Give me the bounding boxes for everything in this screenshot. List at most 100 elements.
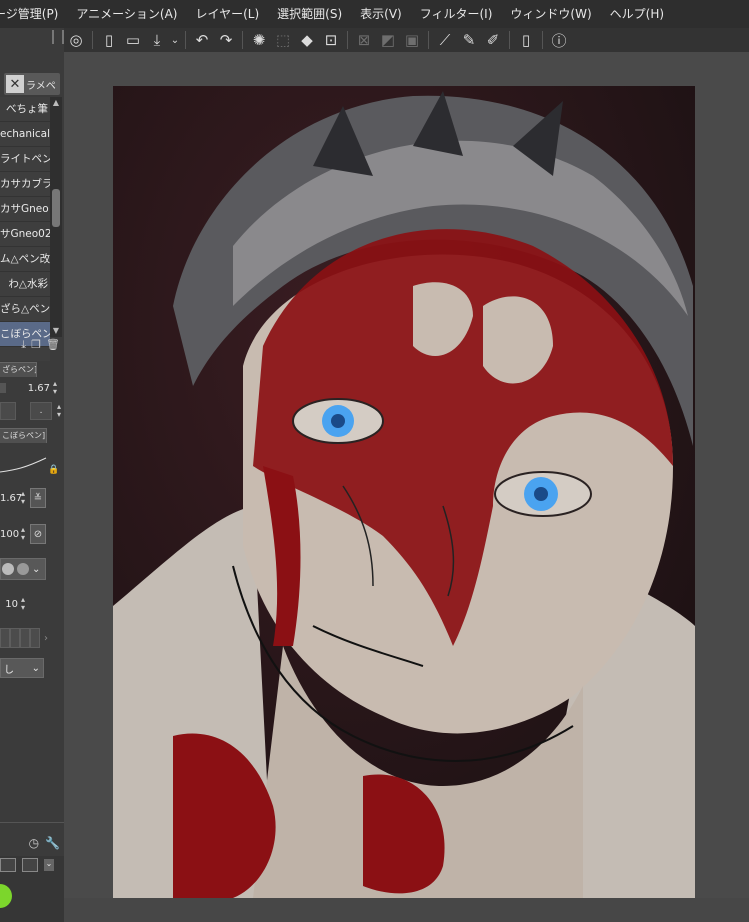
loading-icon[interactable]: ✺ (248, 30, 270, 50)
brush-item[interactable]: サGneo02 (0, 222, 50, 247)
texture-row: › (0, 628, 64, 648)
chevron-right-icon[interactable]: › (44, 633, 48, 644)
toolbar-divider (347, 31, 348, 49)
chevron-down-icon: ⌄ (31, 662, 40, 674)
duplicate-icon[interactable]: ❐ (31, 338, 41, 356)
fill-icon[interactable]: ◆ (296, 30, 318, 50)
menu-item[interactable]: 表示(V) (351, 0, 411, 28)
brush-size-tab[interactable]: こぼらペン] (0, 428, 47, 443)
size-value[interactable]: 1.67 (6, 383, 50, 394)
brush-list: べちょ筆 echanical ライトペン カサカブラ カサGneo サGneo0… (0, 97, 50, 361)
brush-size-spinner-icon[interactable]: ▴ ▾ (18, 490, 28, 506)
tool-property-tab[interactable]: ざらペン] (0, 362, 37, 377)
lock-icon[interactable]: 🔒 (48, 465, 59, 475)
brush-icon[interactable]: ✐ (482, 30, 504, 50)
brush-item[interactable]: ざら△ペン (0, 297, 50, 322)
menu-item[interactable]: ウィンドウ(W) (501, 0, 600, 28)
menu-bar: ージ管理(P) アニメーション(A) レイヤー(L) 選択範囲(S) 表示(V) フィルタ… (0, 0, 749, 28)
brush-item[interactable]: べちょ筆 (0, 97, 50, 122)
brush-item[interactable]: わ△水彩 (0, 272, 50, 297)
ruler-icon[interactable]: ⟋ (434, 30, 456, 50)
undo-icon[interactable]: ↶ (191, 30, 213, 50)
brush-item[interactable]: ム△ペン改 (0, 247, 50, 272)
opacity-spinner-icon[interactable]: ▴ ▾ (18, 526, 28, 542)
chevron-down-icon: ⌄ (32, 563, 41, 575)
toolbar-divider (542, 31, 543, 49)
texture-slot[interactable] (0, 628, 10, 648)
brush-tip-dropdown[interactable]: ⌄ (0, 558, 46, 580)
subtool-group-tab[interactable]: ✕ ラメペ (4, 73, 60, 95)
size-dropdown-row: . ▴ ▾ (0, 402, 64, 420)
opacity-toggle-icon[interactable]: ⊘ (30, 524, 46, 544)
texture-slot[interactable] (20, 628, 30, 648)
opacity-row: 100 ▴ ▾ ⊘ (0, 524, 64, 544)
menu-item[interactable]: ージ管理(P) (0, 0, 67, 28)
brush-item[interactable]: カサカブラ (0, 172, 50, 197)
brush-item[interactable]: ライトペン (0, 147, 50, 172)
transform-icon[interactable]: ⊡ (320, 30, 342, 50)
clear-outside-icon[interactable]: ⊠ (353, 30, 375, 50)
brush-item[interactable]: カサGneo (0, 197, 50, 222)
redo-icon[interactable]: ↷ (215, 30, 237, 50)
dot-field[interactable]: . (30, 402, 52, 420)
pen-icon[interactable]: ✎ (458, 30, 480, 50)
value-10-spinner-icon[interactable]: ▴ ▾ (18, 596, 28, 612)
tip-shape-row: ⌄ (0, 558, 64, 580)
toolbar-divider (242, 31, 243, 49)
import-icon[interactable]: ⤓ (21, 338, 26, 356)
texture-slot[interactable] (10, 628, 20, 648)
size-spinner-icon[interactable]: ▴ ▾ (50, 380, 60, 396)
dock-icons: ⌄ (0, 858, 64, 872)
scroll-thumb[interactable] (52, 189, 60, 227)
menu-item[interactable]: アニメーション(A) (67, 0, 186, 28)
command-bar: ◎ ▯ ▭ ⤓ ⌄ ↶ ↷ ✺ ⬚ ◆ ⊡ ⊠ ◩ ▣ ⟋ ✎ ✐ ▯ ⓘ (64, 28, 749, 52)
help-icon[interactable]: ⓘ (548, 30, 570, 50)
panel-grip-icon[interactable] (52, 30, 64, 44)
toolbar-divider (92, 31, 93, 49)
value-10-row: 10 ▴ ▾ (0, 596, 64, 612)
blend-dropdown-value: し (4, 664, 14, 676)
canvas-artwork[interactable] (113, 86, 695, 898)
toolbar-divider (428, 31, 429, 49)
menu-item[interactable]: レイヤー(L) (186, 0, 268, 28)
dock-layer-icon[interactable] (22, 858, 38, 872)
selection-icon[interactable]: ⬚ (272, 30, 294, 50)
blend-dropdown[interactable]: し ⌄ (0, 658, 44, 678)
brush-list-scrollbar[interactable]: ▲ ▼ (50, 97, 62, 337)
new-file-icon[interactable]: ▯ (98, 30, 120, 50)
scroll-up-icon[interactable]: ▲ (50, 97, 62, 109)
clip-studio-icon[interactable]: ◎ (65, 30, 87, 50)
menu-item[interactable]: フィルター(I) (411, 0, 502, 28)
dock-panel-icon[interactable] (0, 858, 16, 872)
value-10[interactable]: 10 (0, 599, 18, 610)
invert-icon[interactable]: ▣ (401, 30, 423, 50)
trash-icon[interactable]: 🗑 (46, 338, 60, 356)
subtool-header (0, 44, 64, 68)
fill-selection-icon[interactable]: ◩ (377, 30, 399, 50)
menu-item[interactable]: 選択範囲(S) (268, 0, 351, 28)
dot-spinner-icon[interactable]: ▴ ▾ (54, 403, 64, 419)
dropdown-icon[interactable]: ⌄ (170, 30, 180, 50)
texture-slot[interactable] (30, 628, 40, 648)
chevron-down-icon[interactable]: ⌄ (44, 859, 54, 871)
size-row: 1.67 ▴ ▾ (0, 380, 64, 396)
smartphone-icon[interactable]: ▯ (515, 30, 537, 50)
brush-item[interactable]: echanical (0, 122, 50, 147)
opacity-value[interactable]: 100 (0, 529, 19, 540)
open-file-icon[interactable]: ▭ (122, 30, 144, 50)
wrench-icon[interactable]: 🔧 (45, 836, 60, 850)
scroll-down-icon[interactable]: ▼ (50, 325, 62, 337)
menu-item[interactable]: ヘルプ(H) (601, 0, 673, 28)
reset-icon[interactable]: ◷ (29, 836, 39, 850)
small-field[interactable] (0, 402, 16, 420)
brush-group-icon: ✕ (6, 75, 24, 93)
toolbar-divider (185, 31, 186, 49)
pressure-curve[interactable] (0, 448, 48, 478)
save-icon[interactable]: ⤓ (146, 30, 168, 50)
brush-size-value[interactable]: 1.67 (0, 493, 22, 504)
subtool-group-label: ラメペ (26, 80, 56, 92)
panel-divider (0, 822, 64, 823)
panel-footer-icons: ◷ 🔧 (0, 836, 64, 850)
pressure-toggle-icon[interactable]: ≚ (30, 488, 46, 508)
pressure-curve-row: 🔒 (0, 448, 64, 478)
